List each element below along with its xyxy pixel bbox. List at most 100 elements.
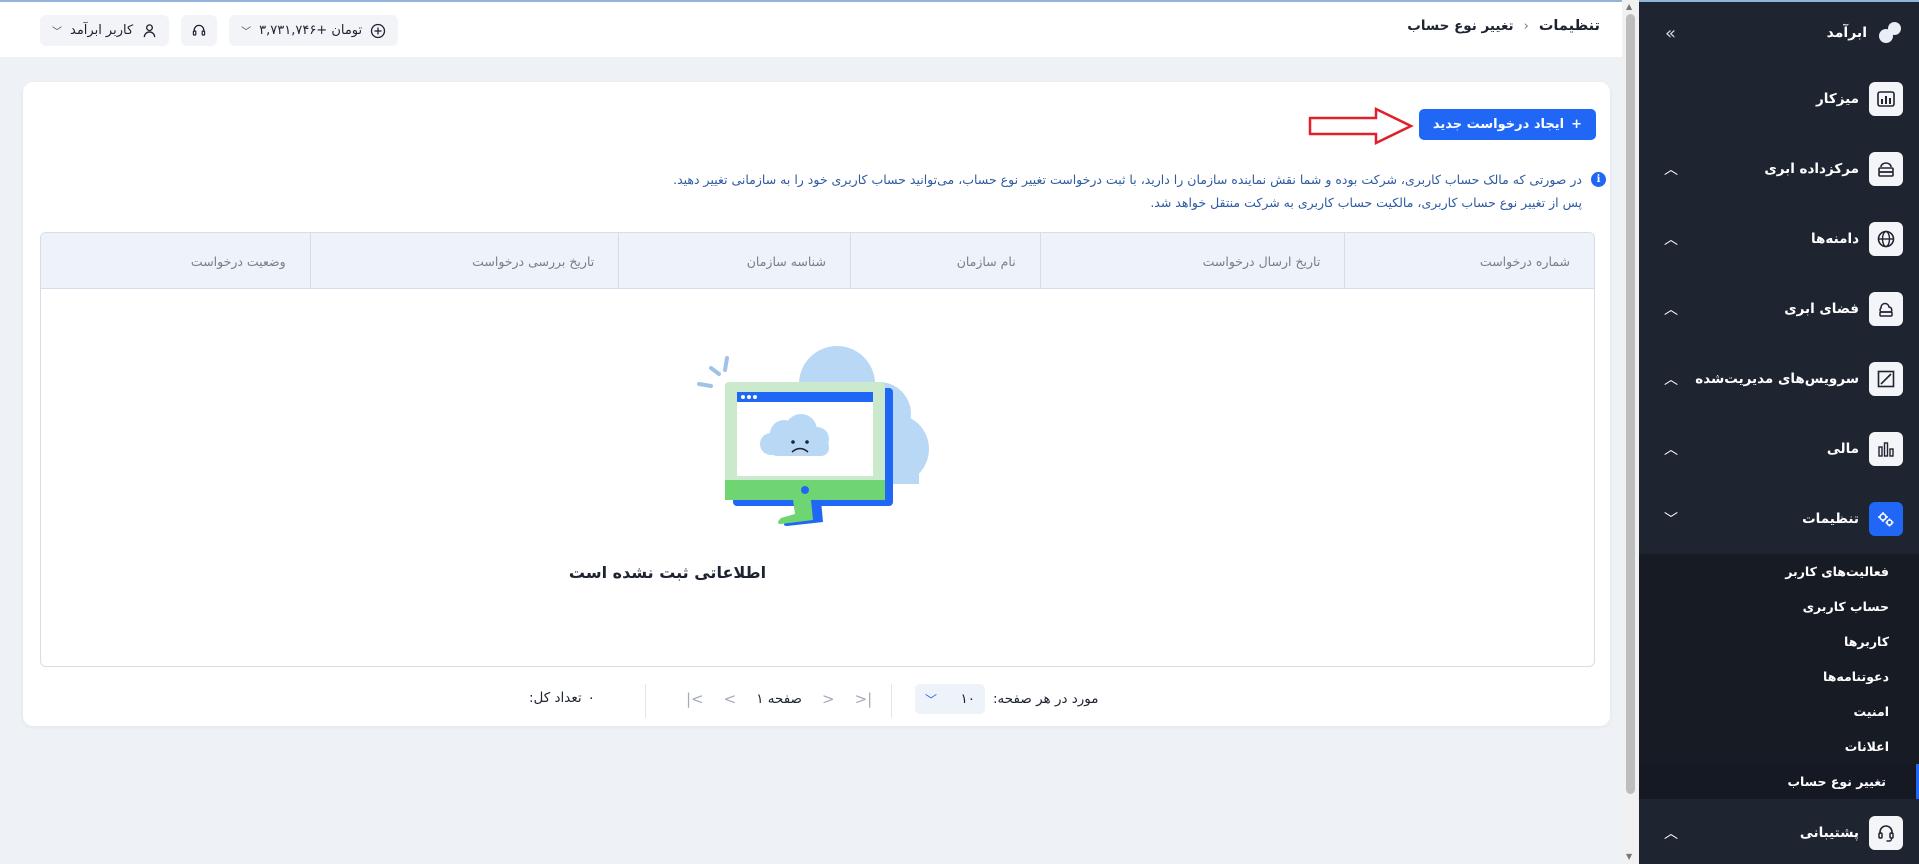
collapse-sidebar-icon[interactable]: « xyxy=(1665,23,1676,44)
sidebar-item-label: سرویس‌های مدیریت‌شده xyxy=(1695,371,1859,387)
headset-icon xyxy=(191,23,207,39)
sidebar-item-support[interactable]: ︿ پشتیبانی xyxy=(1639,799,1919,864)
brand-name: ابرآمد xyxy=(1826,25,1867,41)
per-page-value: ۱۰ xyxy=(960,691,975,707)
empty-monitor-cloud-illustration xyxy=(697,346,929,526)
per-page-control: مورد در هر صفحه: ﹀ ۱۰ xyxy=(915,684,1099,714)
chevron-up-icon: ︿ xyxy=(1664,442,1678,458)
column-header-submit-date: تاریخ ارسال درخواست xyxy=(1039,233,1345,289)
sidebar-item-label: پشتیبانی xyxy=(1799,825,1859,841)
sidebar-item-label: دامنه‌ها xyxy=(1810,231,1859,247)
scroll-down-arrow-icon[interactable]: ▼ xyxy=(1626,852,1632,861)
settings-submenu: فعالیت‌های کاربر حساب کاربری کاربرها دعو… xyxy=(1639,554,1919,799)
sidebar-item-label: تنظیمات xyxy=(1802,511,1859,527)
add-credit-icon[interactable] xyxy=(370,23,386,39)
breadcrumb-current: تغییر نوع حساب xyxy=(1407,18,1514,34)
settings-icon xyxy=(1869,502,1903,536)
balance-amount: ۳,۷۳۱,۷۴۶+ تومان xyxy=(259,23,363,38)
info-line-1: در صورتی که مالک حساب کاربری، شرکت بوده … xyxy=(673,172,1582,187)
sidebar-header: « ابرآمد xyxy=(1639,2,1919,64)
top-bar: تنظیمات › تغییر نوع حساب ﹀ کاربر ابرآمد … xyxy=(0,0,1622,57)
info-notice: i در صورتی که مالک حساب کاربری، شرکت بود… xyxy=(602,168,1606,214)
submenu-item-user-activities[interactable]: فعالیت‌های کاربر xyxy=(1639,554,1919,589)
column-header-review-date: تاریخ بررسی درخواست xyxy=(309,233,619,289)
chevron-up-icon: ︿ xyxy=(1664,302,1678,318)
column-header-org-name: نام سازمان xyxy=(849,233,1040,289)
column-header-request-number: شماره درخواست xyxy=(1344,233,1594,289)
pagination: ۰ تعداد کل: |< < صفحه ۱ > >| مورد در هر … xyxy=(23,680,1610,720)
chevron-up-icon: ︿ xyxy=(1664,826,1678,842)
submenu-item-invitations[interactable]: دعوتنامه‌ها xyxy=(1639,659,1919,694)
chevron-down-icon: ﹀ xyxy=(241,27,252,38)
sidebar-item-cloud-datacenter[interactable]: ︿ مرکزداده ابری xyxy=(1639,134,1919,204)
managed-services-icon xyxy=(1869,362,1903,396)
brand[interactable]: ابرآمد xyxy=(1827,20,1903,46)
total-value: ۰ xyxy=(587,690,595,706)
new-request-button[interactable]: + ایجاد درخواست جدید xyxy=(1418,109,1596,140)
current-page: صفحه ۱ xyxy=(756,691,803,707)
column-header-org-id: شناسه سازمان xyxy=(618,233,850,289)
datacenter-icon xyxy=(1869,152,1903,186)
annotation-arrow-icon xyxy=(1308,107,1414,145)
chevron-down-icon: ﹀ xyxy=(925,692,938,707)
headset-icon xyxy=(1869,816,1903,850)
plus-icon: + xyxy=(1571,117,1582,132)
submenu-item-security[interactable]: امنیت xyxy=(1639,694,1919,729)
balance-button[interactable]: ﹀ ۳,۷۳۱,۷۴۶+ تومان xyxy=(229,15,399,46)
breadcrumb-root[interactable]: تنظیمات xyxy=(1539,18,1600,34)
info-icon: i xyxy=(1591,172,1606,187)
user-label: کاربر ابرآمد xyxy=(70,23,134,38)
sidebar: « ابرآمد میزکار ︿ مرکزداده ابری xyxy=(1639,0,1919,864)
chevron-up-icon: ︿ xyxy=(1664,372,1678,388)
sidebar-item-cloud-storage[interactable]: ︿ فضای ابری xyxy=(1639,274,1919,344)
sidebar-item-dashboard[interactable]: میزکار xyxy=(1639,64,1919,134)
info-line-2: پس از تغییر نوع حساب کاربری، مالکیت حساب… xyxy=(1150,195,1582,210)
sidebar-item-label: مالی xyxy=(1826,441,1859,457)
scrollbar-thumb[interactable] xyxy=(1626,14,1635,794)
user-menu-button[interactable]: ﹀ کاربر ابرآمد xyxy=(40,15,170,46)
new-request-label: ایجاد درخواست جدید xyxy=(1432,117,1565,132)
submenu-item-notifications[interactable]: اعلانات xyxy=(1639,729,1919,764)
sidebar-item-label: مرکزداده ابری xyxy=(1764,161,1859,177)
column-header-status: وضعیت درخواست xyxy=(190,253,286,269)
finance-icon xyxy=(1869,432,1903,466)
total-label: تعداد کل: xyxy=(529,690,582,706)
empty-state: اطلاعاتی ثبت نشده است xyxy=(41,289,1594,666)
main-card: + ایجاد درخواست جدید i در صورتی که مالک … xyxy=(23,82,1610,726)
table-header: شماره درخواست تاریخ ارسال درخواست نام سا… xyxy=(41,233,1594,289)
submenu-item-change-account-type[interactable]: تغییر نوع حساب xyxy=(1639,764,1919,799)
dashboard-icon xyxy=(1869,82,1903,116)
last-page-icon[interactable]: |< xyxy=(686,690,704,708)
chevron-down-icon: ﹀ xyxy=(1664,512,1678,528)
brand-logo-icon xyxy=(1877,20,1903,46)
sidebar-item-finance[interactable]: ︿ مالی xyxy=(1639,414,1919,484)
previous-page-icon[interactable]: > xyxy=(822,690,835,708)
scroll-up-arrow-icon[interactable]: ▲ xyxy=(1626,2,1632,11)
breadcrumb: تنظیمات › تغییر نوع حساب xyxy=(1407,18,1600,34)
pagination-divider xyxy=(645,684,646,718)
requests-table: شماره درخواست تاریخ ارسال درخواست نام سا… xyxy=(40,232,1595,667)
sidebar-item-settings[interactable]: ﹀ تنظیمات xyxy=(1639,484,1919,554)
sidebar-item-label: فضای ابری xyxy=(1784,301,1859,317)
chevron-up-icon: ︿ xyxy=(1664,162,1678,178)
first-page-icon[interactable]: >| xyxy=(855,690,873,708)
per-page-select[interactable]: ﹀ ۱۰ xyxy=(915,684,985,714)
sidebar-item-domains[interactable]: ︿ دامنه‌ها xyxy=(1639,204,1919,274)
top-controls: ﹀ کاربر ابرآمد ﹀ ۳,۷۳۱,۷۴۶+ تومان xyxy=(40,15,399,46)
user-icon xyxy=(141,23,157,39)
support-button[interactable] xyxy=(181,15,218,46)
sidebar-item-label: میزکار xyxy=(1816,91,1859,107)
breadcrumb-separator-icon: › xyxy=(1523,18,1529,34)
page-navigation: |< < صفحه ۱ > >| xyxy=(686,690,872,708)
total-count: ۰ تعداد کل: xyxy=(529,690,595,706)
submenu-item-users[interactable]: کاربرها xyxy=(1639,624,1919,659)
sidebar-item-managed-services[interactable]: ︿ سرویس‌های مدیریت‌شده xyxy=(1639,344,1919,414)
pagination-divider xyxy=(891,684,892,718)
submenu-item-user-account[interactable]: حساب کاربری xyxy=(1639,589,1919,624)
chevron-down-icon: ﹀ xyxy=(52,27,62,38)
globe-icon xyxy=(1869,222,1903,256)
cloud-storage-icon xyxy=(1869,292,1903,326)
next-page-icon[interactable]: < xyxy=(724,690,737,708)
empty-state-text: اطلاعاتی ثبت نشده است xyxy=(568,563,767,582)
page-scrollbar[interactable]: ▲ ▼ xyxy=(1622,0,1639,864)
